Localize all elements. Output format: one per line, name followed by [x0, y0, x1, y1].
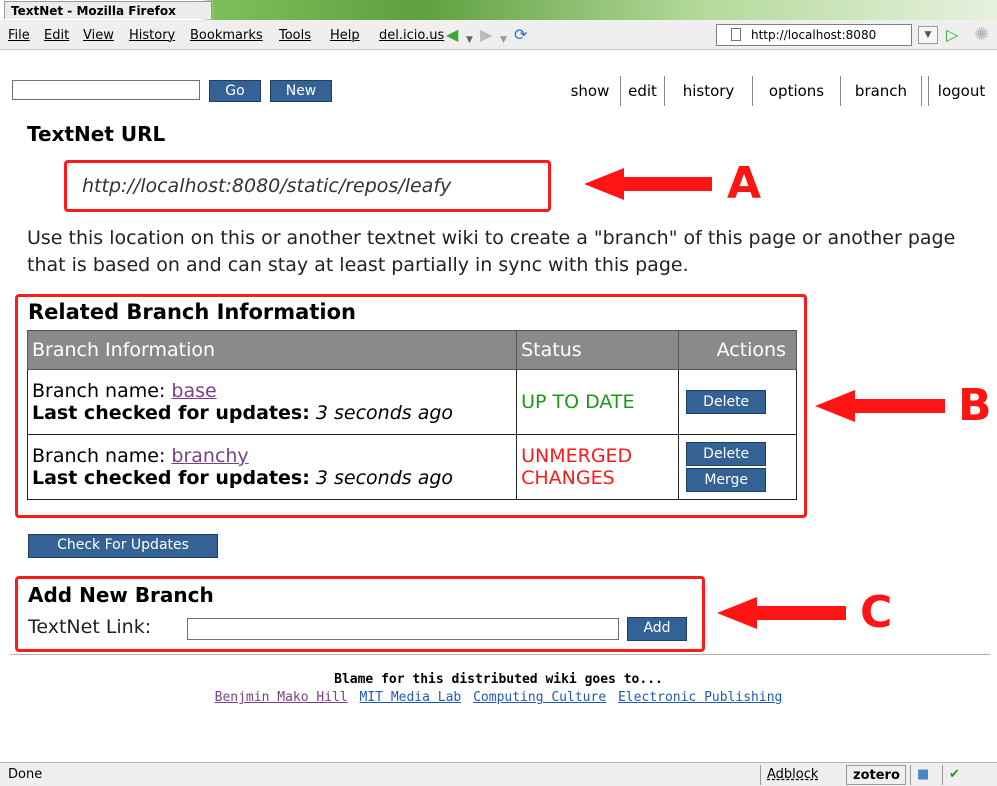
- reload-icon[interactable]: ⟳: [514, 26, 527, 44]
- delete-button[interactable]: Delete: [686, 390, 767, 414]
- branch-name-label: Branch name:: [32, 445, 166, 467]
- textnet-description: Use this location on this or another tex…: [27, 227, 956, 276]
- back-icon[interactable]: ◀: [446, 26, 458, 44]
- table-row: Branch name: base Last checked for updat…: [26, 369, 797, 435]
- tab-branch[interactable]: branch: [840, 76, 922, 106]
- annotation-arrow-a-head: [584, 168, 624, 200]
- footer-title: Blame for this distributed wiki goes to.…: [334, 672, 663, 687]
- textnet-link-label: TextNet Link:: [28, 616, 152, 638]
- menu-help[interactable]: Help: [330, 28, 360, 44]
- branch-name-label: Branch name:: [32, 380, 166, 402]
- col-actions: Actions: [678, 330, 797, 370]
- tab-edit[interactable]: edit: [620, 76, 664, 106]
- status-text: Done: [8, 767, 43, 782]
- annotation-label-c: C: [860, 587, 893, 638]
- menu-history[interactable]: History: [129, 28, 175, 44]
- new-button[interactable]: New: [270, 80, 332, 102]
- footer-links: Benjmin Mako Hill MIT Media Lab Computin…: [0, 690, 997, 705]
- col-branch-info: Branch Information: [26, 330, 518, 370]
- status-badge: UP TO DATE: [516, 369, 680, 435]
- add-branch-heading: Add New Branch: [28, 583, 214, 607]
- check-updates-button[interactable]: Check For Updates: [28, 534, 218, 558]
- footer-divider: [10, 654, 990, 655]
- annotation-label-a: A: [727, 158, 762, 209]
- wiki-search-input[interactable]: [12, 80, 200, 100]
- footer-link-computing-culture[interactable]: Computing Culture: [473, 690, 606, 705]
- adblock-label[interactable]: Adblock: [760, 765, 842, 785]
- window-titlebar: TextNet - Mozilla Firefox: [0, 0, 997, 20]
- textnet-link-input[interactable]: [187, 618, 619, 640]
- related-branch-heading: Related Branch Information: [28, 300, 356, 324]
- last-checked-label: Last checked for updates:: [32, 402, 310, 424]
- url-bar[interactable]: http://localhost:8080: [716, 24, 912, 46]
- throbber-icon: ✺: [974, 24, 990, 45]
- textnet-url-value: http://localhost:8080/static/repos/leafy: [82, 175, 452, 197]
- tab-logout[interactable]: logout: [928, 76, 994, 106]
- annotation-label-b: B: [958, 380, 992, 431]
- annotation-arrow-b-head: [815, 390, 855, 422]
- forward-icon[interactable]: ▶: [480, 26, 492, 44]
- actions-cell: Delete Merge: [678, 434, 797, 500]
- footer-link-electronic-publishing[interactable]: Electronic Publishing: [618, 690, 782, 705]
- menu-edit[interactable]: Edit: [44, 28, 69, 44]
- branch-link-base[interactable]: base: [171, 380, 216, 402]
- last-checked-value: 3 seconds ago: [315, 467, 454, 489]
- menu-file[interactable]: File: [8, 28, 30, 44]
- annotation-arrow-a: [620, 177, 712, 191]
- annotation-arrow-c: [753, 606, 846, 620]
- status-line-1: UNMERGED: [521, 445, 633, 467]
- statusbar: Done Adblock zotero ■ ✔: [0, 762, 997, 786]
- branch-link-branchy[interactable]: branchy: [171, 445, 248, 467]
- url-text: http://localhost:8080: [751, 28, 877, 42]
- tab-history[interactable]: history: [664, 76, 752, 106]
- textnet-url-heading: TextNet URL: [27, 122, 166, 146]
- check-icon[interactable]: ✔: [942, 765, 972, 785]
- status-badge: UNMERGED CHANGES: [516, 434, 680, 500]
- menu-bookmarks[interactable]: Bookmarks: [190, 28, 263, 44]
- menubar: File Edit View History Bookmarks Tools H…: [0, 20, 997, 50]
- footer-link-mako-hill[interactable]: Benjmin Mako Hill: [215, 690, 348, 705]
- window-title: TextNet - Mozilla Firefox: [4, 1, 212, 19]
- add-button[interactable]: Add: [627, 617, 687, 641]
- branch-info-cell: Branch name: branchy Last checked for up…: [26, 434, 518, 500]
- actions-cell: Delete: [678, 369, 797, 435]
- annotation-arrow-b: [851, 399, 945, 413]
- status-line-2: CHANGES: [521, 467, 615, 489]
- menu-view[interactable]: View: [83, 28, 114, 44]
- last-checked-value: 3 seconds ago: [315, 402, 454, 424]
- note-icon[interactable]: ■: [910, 765, 938, 785]
- page-icon: [731, 28, 741, 41]
- menu-delicious[interactable]: del.icio.us: [379, 28, 444, 44]
- url-dropdown-icon[interactable]: ▼: [918, 26, 938, 44]
- back-dropdown-icon[interactable]: ▼: [466, 31, 473, 49]
- merge-button[interactable]: Merge: [686, 468, 767, 492]
- footer-link-media-lab[interactable]: MIT Media Lab: [360, 690, 462, 705]
- annotation-arrow-c-head: [717, 597, 757, 629]
- last-checked-label: Last checked for updates:: [32, 467, 310, 489]
- branch-table: Branch Information Status Actions Branch…: [26, 330, 797, 500]
- table-row: Branch name: branchy Last checked for up…: [26, 434, 797, 500]
- go-arrow-icon[interactable]: ▷: [946, 25, 958, 44]
- col-status: Status: [516, 330, 680, 370]
- zotero-label[interactable]: zotero: [846, 765, 906, 785]
- tab-show[interactable]: show: [560, 76, 620, 106]
- go-button[interactable]: Go: [209, 80, 261, 102]
- tab-options[interactable]: options: [752, 76, 840, 106]
- menu-tools[interactable]: Tools: [279, 28, 311, 44]
- forward-dropdown-icon[interactable]: ▼: [500, 31, 507, 49]
- delete-button[interactable]: Delete: [686, 442, 767, 466]
- branch-info-cell: Branch name: base Last checked for updat…: [26, 369, 518, 435]
